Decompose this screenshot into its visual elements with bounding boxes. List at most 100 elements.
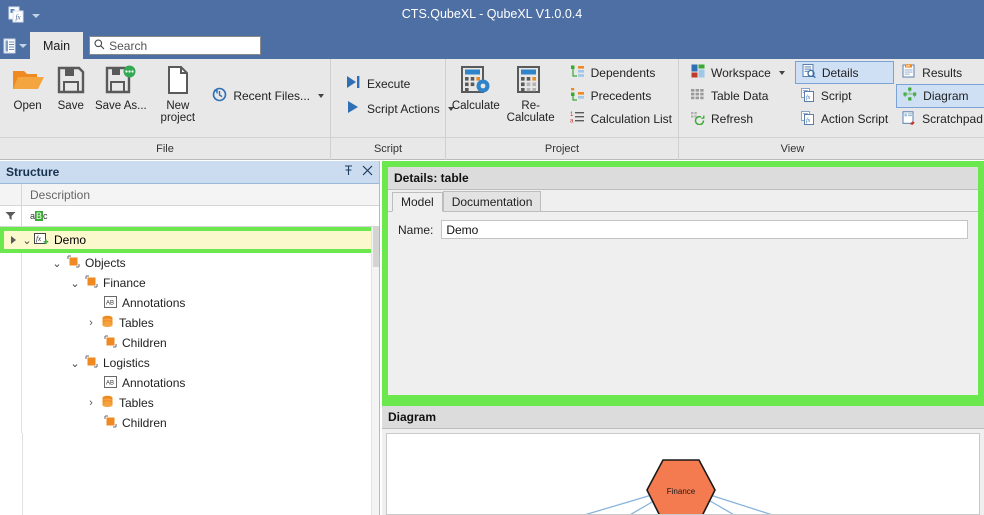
tree-item-label: Children xyxy=(122,416,167,430)
formula-fx-add-icon: fx xyxy=(34,233,49,247)
close-icon[interactable] xyxy=(362,165,373,179)
menu-list-icon[interactable] xyxy=(0,38,30,54)
details-button[interactable]: Details xyxy=(795,61,894,84)
precedents-tree-icon xyxy=(570,87,585,105)
name-field[interactable]: Demo xyxy=(441,220,968,239)
svg-text:fx: fx xyxy=(16,14,22,22)
title-bar: fx CTS.QubeXL - QubeXL V1.0.0.4 xyxy=(0,0,984,32)
diagram-canvas[interactable]: Finance xyxy=(386,433,980,515)
tables-stack-icon xyxy=(101,315,114,331)
tree-item-logistics[interactable]: ⌄ Logistics xyxy=(0,353,380,373)
chevron-down-icon[interactable] xyxy=(779,71,785,75)
save-label: Save xyxy=(58,100,84,112)
tree-item-label: Objects xyxy=(85,256,126,270)
svg-text:AB: AB xyxy=(106,380,114,386)
expander-icon[interactable]: ⌄ xyxy=(52,257,62,270)
execute-label: Execute xyxy=(367,77,410,91)
save-as-button[interactable]: Save As... xyxy=(92,59,149,131)
execute-play-bar-icon xyxy=(345,75,361,92)
recent-files-button[interactable]: Recent Files... xyxy=(206,84,330,109)
script-fx-icon: fx xyxy=(801,88,815,105)
column-gutter xyxy=(0,184,22,206)
execute-button[interactable]: Execute xyxy=(339,71,460,96)
table-data-button[interactable]: Table Data xyxy=(685,84,791,107)
tree-item-finance[interactable]: ⌄ Finance xyxy=(0,273,380,293)
chevron-down-icon[interactable] xyxy=(19,44,27,48)
workspace-label: Workspace xyxy=(711,66,771,80)
clock-history-icon xyxy=(212,87,227,105)
workspace-button[interactable]: Workspace xyxy=(685,61,791,84)
open-label: Open xyxy=(14,100,42,112)
tree-item-label: Tables xyxy=(119,316,154,330)
filter-funnel-icon[interactable] xyxy=(0,206,22,227)
results-button[interactable]: nb Results xyxy=(896,61,984,84)
details-panel: Details: table Model Documentation Name:… xyxy=(382,161,984,401)
scratchpad-button[interactable]: Scratchpad xyxy=(896,108,984,131)
expander-icon[interactable]: ⌄ xyxy=(70,277,80,290)
tree-item-label: Finance xyxy=(103,276,146,290)
open-button[interactable]: Open xyxy=(6,59,49,131)
refresh-button[interactable]: Refresh xyxy=(685,108,791,131)
details-name-row: Name: Demo xyxy=(388,212,978,239)
structure-filter-row[interactable]: aBc xyxy=(0,206,379,227)
workspace-grid-icon xyxy=(691,64,705,81)
new-project-label: New project xyxy=(149,100,206,124)
refresh-label: Refresh xyxy=(711,112,753,126)
details-magnifier-icon xyxy=(802,64,816,81)
re-calculate-button[interactable]: Re-Calculate xyxy=(502,59,560,131)
calculate-button[interactable]: Calculate xyxy=(450,59,502,131)
name-label: Name: xyxy=(398,223,433,237)
search-icon xyxy=(94,39,105,53)
action-script-button[interactable]: fx Action Script xyxy=(795,108,894,131)
script-view-button[interactable]: fx Script xyxy=(795,84,894,107)
tree-item-tables[interactable]: › Tables xyxy=(0,393,380,413)
tree-item-objects[interactable]: ⌄ Objects xyxy=(0,253,380,273)
expander-icon[interactable]: ⌄ xyxy=(70,357,80,370)
tab-documentation[interactable]: Documentation xyxy=(443,191,542,211)
structure-column-header: Description xyxy=(0,184,379,206)
open-folder-icon xyxy=(11,65,45,95)
details-label: Details xyxy=(822,66,859,80)
chevron-down-icon[interactable] xyxy=(318,94,324,98)
calculation-list-button[interactable]: 1 a Calculation List xyxy=(564,108,678,131)
tree-item-demo[interactable]: ⌄ fx Demo xyxy=(4,231,376,249)
ribbon-group-file: Open Save xyxy=(0,59,330,137)
scratchpad-icon xyxy=(902,111,916,128)
expander-icon[interactable]: ⌄ xyxy=(22,234,32,247)
tree-item-children[interactable]: Children xyxy=(0,333,380,353)
structure-vertical-scrollbar[interactable] xyxy=(371,227,379,515)
script-actions-label: Script Actions xyxy=(367,102,440,116)
re-calculate-label: Re-Calculate xyxy=(502,100,560,124)
script-actions-button[interactable]: Script Actions xyxy=(339,96,460,121)
results-nb-icon: nb xyxy=(902,64,916,81)
save-as-label: Save As... xyxy=(95,100,147,112)
diagram-label: Diagram xyxy=(923,89,968,103)
tree-item-children[interactable]: Children xyxy=(0,413,380,433)
diagram-button[interactable]: Diagram xyxy=(896,84,984,107)
floppy-save-icon xyxy=(56,65,86,95)
tab-main[interactable]: Main xyxy=(30,32,83,59)
new-project-button[interactable]: New project xyxy=(149,59,206,131)
expander-icon[interactable]: › xyxy=(86,397,96,409)
expander-icon[interactable]: › xyxy=(86,317,96,329)
svg-text:1: 1 xyxy=(570,112,574,118)
search-input[interactable]: Search xyxy=(89,36,261,55)
recent-files-label: Recent Files... xyxy=(233,89,310,103)
dependents-button[interactable]: Dependents xyxy=(564,61,678,84)
tree-item-tables[interactable]: › Tables xyxy=(0,313,380,333)
tab-model[interactable]: Model xyxy=(392,192,443,212)
tree-item-annotations[interactable]: AB Annotations xyxy=(0,373,380,393)
ribbon-tab-row: Main Search xyxy=(0,32,984,59)
chevron-down-icon[interactable] xyxy=(32,14,40,18)
filter-mode-label[interactable]: aBc xyxy=(22,211,48,221)
tree-item-annotations[interactable]: AB Annotations xyxy=(0,293,380,313)
refresh-icon xyxy=(691,111,705,128)
diagram-nodes-icon xyxy=(903,87,917,104)
scrollbar-thumb[interactable] xyxy=(373,227,379,267)
pin-icon[interactable] xyxy=(343,165,354,179)
formula-document-icon[interactable]: fx xyxy=(8,6,25,26)
precedents-button[interactable]: Precedents xyxy=(564,84,678,107)
save-button[interactable]: Save xyxy=(49,59,92,131)
search-placeholder: Search xyxy=(109,39,147,53)
svg-text:AB: AB xyxy=(106,300,114,306)
